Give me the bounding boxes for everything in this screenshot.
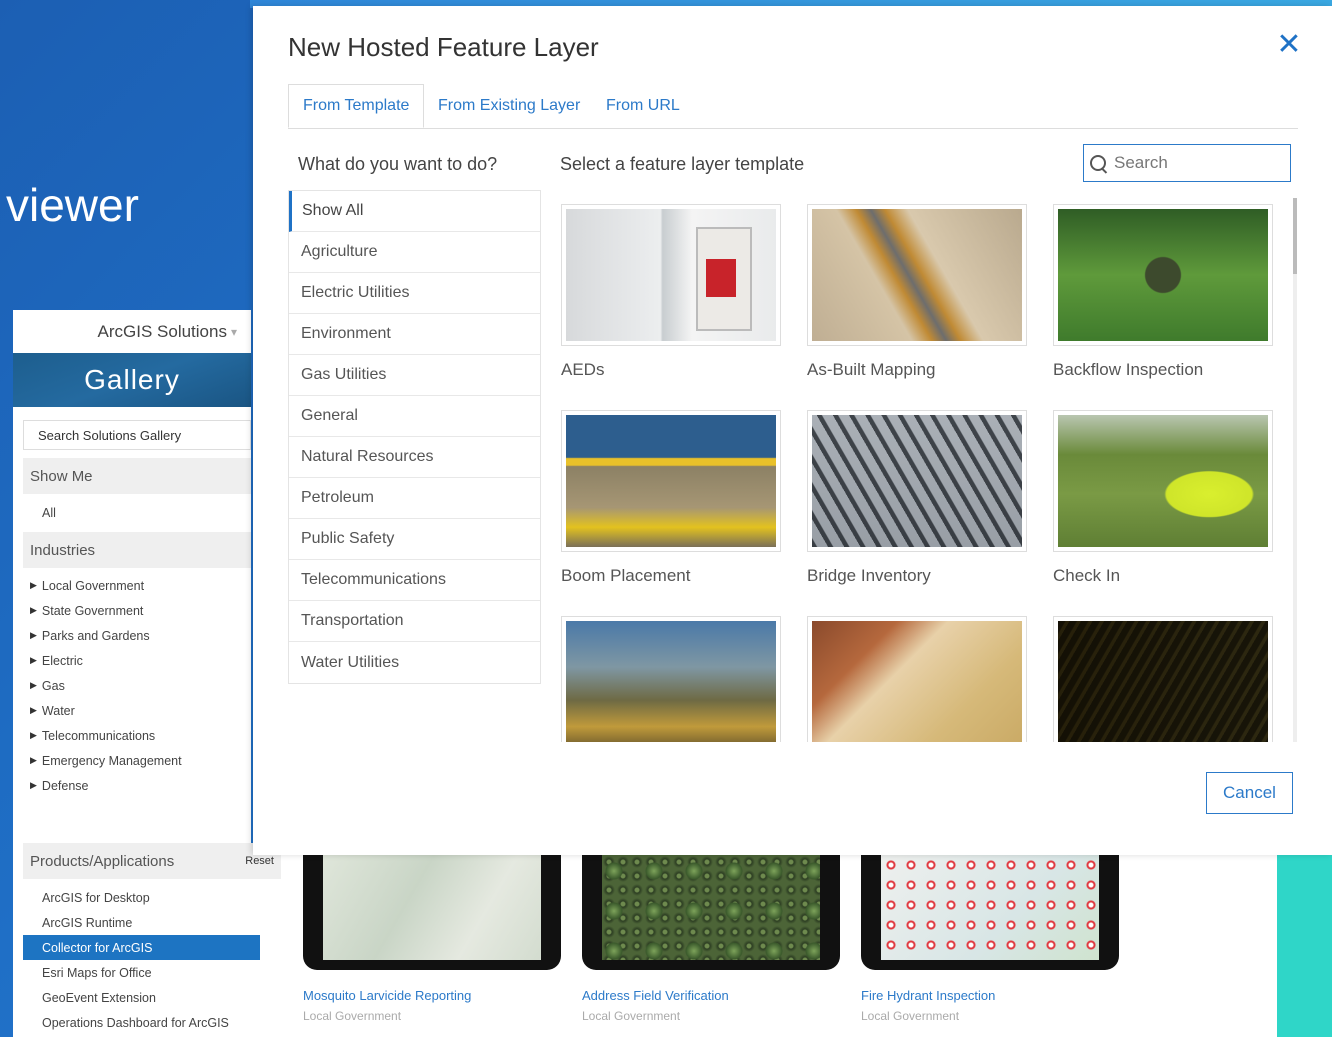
card-subtitle: Local Government: [303, 1009, 402, 1023]
industry-item[interactable]: Water: [23, 698, 251, 723]
template-thumbnail: [561, 410, 781, 552]
card-subtitle: Local Government: [582, 1009, 681, 1023]
solutions-header-label: ArcGIS Solutions: [97, 321, 227, 341]
close-icon[interactable]: ✕: [1276, 30, 1302, 60]
template-label: Backflow Inspection: [1053, 360, 1204, 379]
dialog-title: New Hosted Feature Layer: [288, 32, 599, 62]
card-thumbnail: [582, 855, 840, 970]
products-panel: Products/Applications Reset ArcGIS for D…: [23, 843, 281, 1037]
gallery-banner: Gallery: [13, 353, 251, 407]
tab-from-url[interactable]: From URL: [606, 84, 680, 128]
card-title[interactable]: Fire Hydrant Inspection: [861, 988, 1119, 1003]
template-thumbnail: [807, 410, 1027, 552]
category-item[interactable]: Public Safety: [289, 519, 540, 560]
search-placeholder: Search: [1114, 153, 1168, 172]
industry-item[interactable]: State Government: [23, 598, 251, 623]
industry-item[interactable]: Parks and Gardens: [23, 623, 251, 648]
template-label: AEDs: [561, 360, 605, 379]
category-item[interactable]: Electric Utilities: [289, 273, 540, 314]
template-tile[interactable]: [1053, 616, 1273, 742]
solution-card[interactable]: Fire Hydrant Inspection Local Government: [861, 855, 1119, 1023]
template-label: Bridge Inventory: [807, 566, 931, 585]
category-item-active[interactable]: Show All: [289, 191, 540, 232]
industry-item[interactable]: Emergency Management: [23, 748, 251, 773]
industry-item[interactable]: Telecommunications: [23, 723, 251, 748]
product-item[interactable]: ArcGIS Runtime: [23, 910, 281, 935]
chevron-down-icon: ▾: [230, 324, 237, 339]
card-title[interactable]: Mosquito Larvicide Reporting: [303, 988, 561, 1003]
template-tile[interactable]: [807, 616, 1027, 742]
card-thumbnail: [861, 855, 1119, 970]
product-item-selected[interactable]: Collector for ArcGIS: [23, 935, 260, 960]
category-item[interactable]: Agriculture: [289, 232, 540, 273]
solution-card[interactable]: Mosquito Larvicide Reporting Local Gover…: [303, 855, 561, 1023]
tab-bar: From Template From Existing Layer From U…: [288, 84, 1298, 129]
reset-link[interactable]: Reset: [245, 855, 274, 867]
product-item[interactable]: ArcGIS for Desktop: [23, 885, 281, 910]
template-tile[interactable]: Backflow Inspection: [1053, 204, 1273, 380]
category-item[interactable]: Environment: [289, 314, 540, 355]
card-subtitle: Local Government: [861, 1009, 960, 1023]
category-item[interactable]: Gas Utilities: [289, 355, 540, 396]
select-template-label: Select a feature layer template: [560, 154, 805, 174]
question-label: What do you want to do?: [298, 154, 498, 174]
scrollbar-thumb[interactable]: [1293, 198, 1297, 274]
teal-accent: [1277, 855, 1332, 1037]
template-scrollbar[interactable]: [1293, 198, 1297, 742]
template-thumbnail: [561, 204, 781, 346]
show-me-header: Show Me: [23, 458, 251, 494]
products-header: Products/Applications Reset: [23, 843, 281, 879]
template-tile[interactable]: As-Built Mapping: [807, 204, 1027, 380]
industry-item[interactable]: Local Government: [23, 573, 251, 598]
template-tile[interactable]: Bridge Inventory: [807, 410, 1027, 586]
template-label: As-Built Mapping: [807, 360, 936, 379]
new-hosted-feature-layer-dialog: New Hosted Feature Layer ✕ From Template…: [253, 6, 1332, 855]
industries-header: Industries: [23, 532, 251, 568]
cancel-button[interactable]: Cancel: [1206, 772, 1293, 814]
template-tile[interactable]: AEDs: [561, 204, 781, 380]
product-item[interactable]: Operations Dashboard for ArcGIS: [23, 1010, 281, 1035]
product-item[interactable]: GeoEvent Extension: [23, 985, 281, 1010]
template-thumbnail: [807, 204, 1027, 346]
card-title[interactable]: Address Field Verification: [582, 988, 840, 1003]
show-me-all[interactable]: All: [23, 500, 251, 525]
solutions-header[interactable]: ArcGIS Solutions ▾: [13, 310, 251, 353]
template-search-input[interactable]: Search: [1083, 144, 1291, 182]
industry-item[interactable]: Defense: [23, 773, 251, 798]
solution-card[interactable]: Address Field Verification Local Governm…: [582, 855, 840, 1023]
solution-cards: Mosquito Larvicide Reporting Local Gover…: [281, 855, 1277, 1037]
template-thumbnail: [807, 616, 1027, 742]
template-thumbnail: [1053, 616, 1273, 742]
products-label: Products/Applications: [30, 852, 175, 870]
template-thumbnail: [561, 616, 781, 742]
solutions-search-input[interactable]: Search Solutions Gallery: [23, 420, 251, 450]
category-item[interactable]: Natural Resources: [289, 437, 540, 478]
category-item[interactable]: General: [289, 396, 540, 437]
template-label: Check In: [1053, 566, 1121, 585]
template-tile[interactable]: Check In: [1053, 410, 1273, 586]
template-thumbnail: [1053, 410, 1273, 552]
template-thumbnail: [1053, 204, 1273, 346]
card-thumbnail: [303, 855, 561, 970]
template-grid: AEDs As-Built Mapping Backflow Inspectio…: [561, 204, 1291, 742]
category-item[interactable]: Petroleum: [289, 478, 540, 519]
industry-item[interactable]: Gas: [23, 673, 251, 698]
template-tile[interactable]: [561, 616, 781, 742]
category-item[interactable]: Telecommunications: [289, 560, 540, 601]
category-item[interactable]: Water Utilities: [289, 642, 540, 683]
product-item[interactable]: Esri Maps for Office: [23, 960, 281, 985]
viewer-heading: viewer: [6, 179, 139, 231]
tab-from-existing-layer[interactable]: From Existing Layer: [438, 84, 580, 128]
template-tile[interactable]: Boom Placement: [561, 410, 781, 586]
tab-from-template[interactable]: From Template: [288, 84, 425, 128]
industry-item[interactable]: Electric: [23, 648, 251, 673]
category-item[interactable]: Transportation: [289, 601, 540, 642]
category-list: Show All Agriculture Electric Utilities …: [288, 190, 541, 684]
search-icon: [1090, 155, 1106, 171]
template-label: Boom Placement: [561, 566, 691, 585]
